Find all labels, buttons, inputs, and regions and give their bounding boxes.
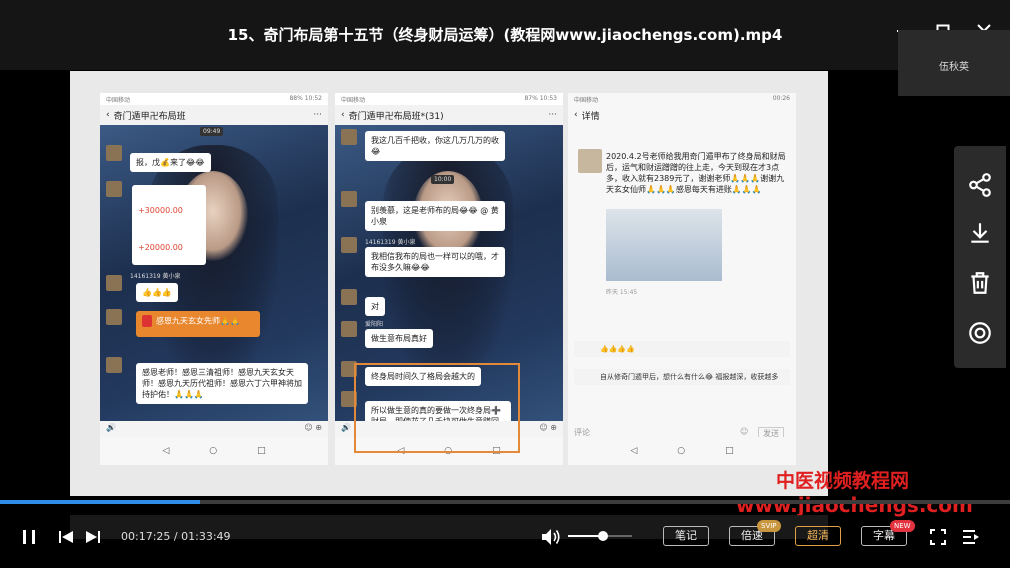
message-bubble: 报，戊💰来了😂😂 — [130, 153, 211, 172]
comment: 自从修奇门遁甲后，想什么有什么😂 福报越深，收获越多 — [574, 369, 790, 385]
highlight-box — [354, 363, 520, 453]
download-icon[interactable] — [967, 220, 993, 246]
back-icon: ‹ — [106, 110, 110, 120]
message-bubble: 我这几百千把收，你这几万几万的收😂 — [365, 131, 505, 161]
red-packet-text: 感恩九天玄女先师🙏🙏 — [156, 316, 240, 326]
chat-title: 奇门遁甲卍布局班 — [113, 111, 186, 122]
time-chip: 09:49 — [200, 127, 224, 136]
red-packet: 感恩九天玄女先师🙏🙏 — [136, 311, 260, 337]
quality-button[interactable]: 超清 — [795, 526, 841, 546]
battery-time: 88% 10:52 — [289, 95, 322, 102]
detail-header: ‹ 详情 — [568, 105, 796, 125]
carrier-text: 中国移动 — [574, 97, 599, 104]
phone-nav-bar: ◁ ○ □ — [100, 437, 328, 465]
svip-badge: SVIP — [757, 520, 781, 532]
avatar — [106, 181, 122, 197]
total-time: 01:33:49 — [181, 530, 231, 543]
chat-background: 09:49 报，戊💰来了😂😂 +30000.00 +20000.00 14161… — [100, 125, 328, 437]
message-bubble: 感恩老师！感恩三清祖师！感恩九天玄女天师！感恩九天历代祖师！感恩六丁六甲神将加持… — [136, 363, 308, 404]
share-icon[interactable] — [967, 172, 993, 198]
chat-input-bar: 🔊 ☺ ⊕ — [100, 421, 328, 437]
user-panel[interactable]: 伍秋英 — [898, 30, 1010, 96]
sender-name: 14161319 黄小泉 — [130, 273, 181, 280]
notes-button[interactable]: 笔记 — [663, 526, 709, 546]
pause-icon[interactable] — [20, 528, 38, 546]
post-image — [606, 209, 722, 281]
transfer-card: +30000.00 +20000.00 — [132, 185, 206, 265]
avatar — [106, 357, 122, 373]
status-bar: 中国移动 87% 10:53 — [335, 93, 563, 105]
volume-icon[interactable] — [540, 527, 562, 547]
transfer-amount: +20000.00 — [138, 243, 183, 252]
user-name: 伍秋英 — [939, 62, 969, 73]
red-packet-icon — [142, 315, 152, 327]
time-separator: / — [173, 530, 178, 543]
chat-header: ‹ 奇门遁甲卍布局班 ··· — [100, 105, 328, 125]
phone-screenshot-1: 中国移动 88% 10:52 ‹ 奇门遁甲卍布局班 ··· 09:49 报，戊💰… — [100, 93, 328, 465]
time-display: 00:17:25 / 01:33:49 — [121, 530, 231, 543]
transfer-amount: +30000.00 — [138, 206, 183, 215]
chat-header: ‹ 奇门遁甲卍布局班*(31) ··· — [335, 105, 563, 125]
new-badge: NEW — [890, 520, 915, 532]
detail-title: 详情 — [581, 111, 600, 122]
more-icon: ··· — [313, 110, 322, 120]
message-bubble: 做生意布局真好 — [365, 329, 433, 348]
video-title: 15、奇门布局第十五节（终身财局运筹）(教程网www.jiaochengs.co… — [227, 26, 783, 44]
avatar — [106, 309, 122, 325]
progress-bar[interactable] — [0, 500, 1010, 504]
current-time: 00:17:25 — [121, 530, 171, 543]
carrier-text: 中国移动 — [341, 97, 366, 104]
avatar — [341, 129, 357, 145]
back-icon: ‹ — [341, 110, 345, 120]
title-bar: 15、奇门布局第十五节（终身财局运筹）(教程网www.jiaochengs.co… — [0, 0, 1010, 70]
comment: 👍👍👍👍 — [574, 341, 790, 357]
comment-placeholder: 评论 — [574, 428, 590, 437]
message-bubble: 别羡慕，这是老师布的局😂😂 @ 黄小泉 — [365, 201, 505, 231]
chat-title: 奇门遁甲卍布局班*(31) — [348, 111, 444, 122]
avatar — [106, 145, 122, 161]
message-bubble: 👍👍👍 — [136, 283, 178, 302]
avatar — [341, 237, 357, 253]
sender-name: 爱阳阳 — [365, 321, 384, 328]
emoji-icon: ☺ — [740, 427, 749, 436]
post-time: 昨天 15:45 — [606, 289, 638, 296]
more-icon: ··· — [548, 110, 557, 120]
avatar — [341, 289, 357, 305]
sender-name: 14161319 黄小泉 — [365, 239, 416, 246]
phone-nav-bar: ◁ ○ □ — [568, 437, 796, 465]
watermark-url: www.jiaochengs.com — [736, 493, 973, 517]
fullscreen-icon[interactable] — [929, 528, 947, 546]
status-bar: 中国移动 00:26 — [568, 93, 796, 105]
delete-icon[interactable] — [967, 270, 993, 296]
carrier-text: 中国移动 — [106, 97, 131, 104]
side-tools-panel — [954, 146, 1006, 368]
message-bubble: 对 — [365, 297, 385, 316]
next-icon[interactable] — [84, 528, 102, 546]
avatar — [106, 275, 122, 291]
target-icon[interactable] — [967, 320, 993, 346]
status-bar: 中国移动 88% 10:52 — [100, 93, 328, 105]
player-controls: 00:17:25 / 01:33:49 笔记 倍速 SVIP 超清 字幕 NEW — [0, 520, 1010, 556]
back-icon: ‹ — [574, 110, 578, 120]
battery-time: 87% 10:53 — [524, 95, 557, 102]
message-bubble: 我相信我布的局也一样可以的哦，才布没多久嘛😂😂 — [365, 247, 505, 277]
volume-slider[interactable] — [568, 531, 632, 541]
time-chip: 10:00 — [431, 175, 455, 184]
playlist-icon[interactable] — [961, 528, 981, 546]
phone-screenshot-3: 中国移动 00:26 ‹ 详情 2020.4.2号老师给我用奇门遁甲布了终身局和… — [568, 93, 796, 465]
battery-time: 00:26 — [772, 95, 790, 102]
progress-fill — [0, 500, 200, 504]
avatar — [578, 149, 602, 173]
watermark-title: 中医视频教程网 — [776, 470, 910, 492]
avatar — [341, 191, 357, 207]
previous-icon[interactable] — [57, 528, 75, 546]
post-text: 2020.4.2号老师给我用奇门遁甲布了终身局和财局后，运气和财运蹭蹭的往上走，… — [606, 152, 786, 194]
avatar — [341, 321, 357, 337]
volume-knob[interactable] — [598, 531, 609, 541]
